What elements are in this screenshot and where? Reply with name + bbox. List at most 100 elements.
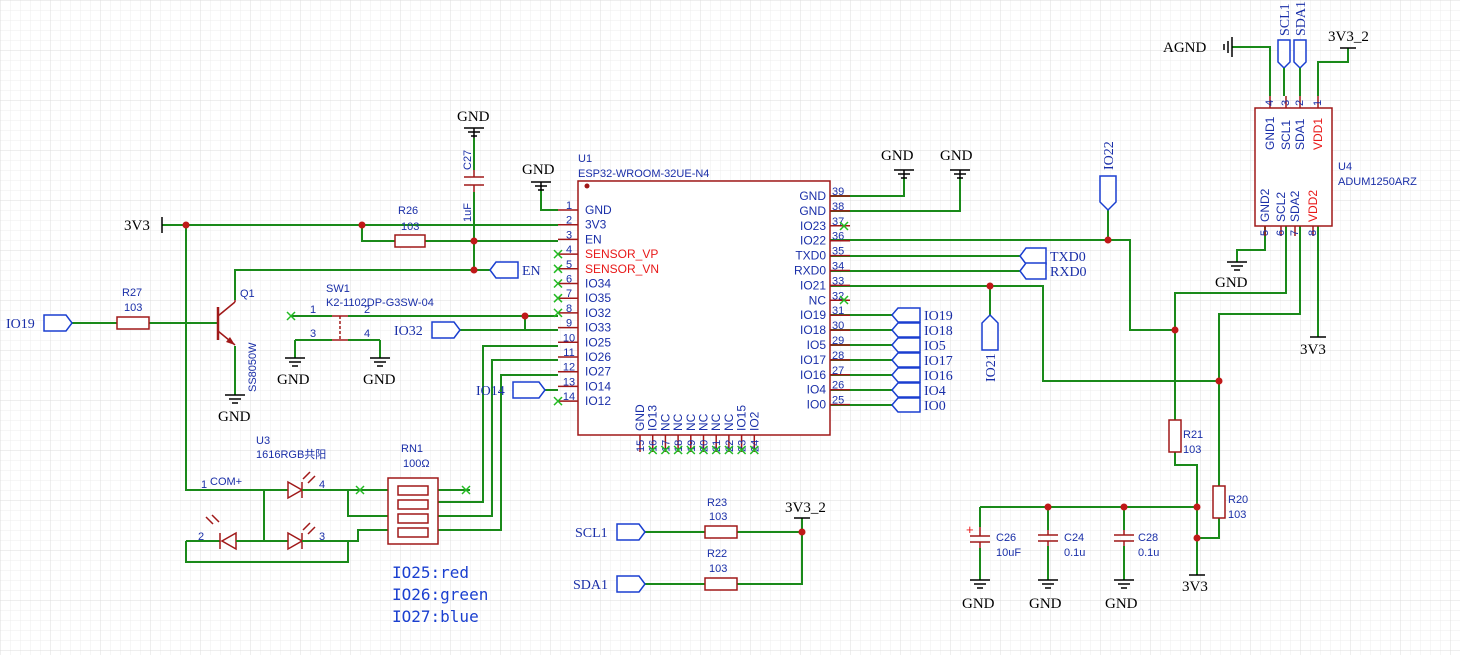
- svg-text:3: 3: [310, 328, 316, 340]
- svg-text:SDA1: SDA1: [1294, 1, 1309, 36]
- flag-io4[interactable]: IO4: [891, 382, 946, 399]
- u1-pin-name: IO25: [585, 335, 611, 349]
- u1-pin-num: 9: [566, 318, 572, 330]
- u1-pin-name: IO34: [585, 277, 611, 291]
- u4-pin-num: 5: [1259, 230, 1271, 236]
- u1-pin-num: 39: [832, 186, 844, 198]
- u1-esp32-module[interactable]: U1 ESP32-WROOM-32UE-N4 1 GND 2 3V3 3 EN 4 SENSO…: [553, 153, 850, 455]
- svg-text:103: 103: [401, 221, 419, 233]
- u1-pin-name: RXD0: [794, 264, 826, 278]
- svg-text:SCL1: SCL1: [575, 526, 608, 541]
- u1-pin-num: 4: [566, 244, 572, 256]
- flag-label: IO5: [924, 339, 946, 354]
- svg-text:GND: GND: [457, 109, 490, 125]
- u1-pin-num: 14: [563, 391, 575, 403]
- power-3v3-2-pullup: 3V3_2: [785, 500, 826, 519]
- svg-text:R21: R21: [1183, 429, 1203, 441]
- u1-pin-num: 29: [832, 335, 844, 347]
- u4-pin-num: 2: [1294, 100, 1306, 106]
- u1-pin-num: 11: [563, 347, 574, 359]
- svg-text:1uF: 1uF: [462, 203, 474, 222]
- svg-text:GND: GND: [522, 162, 555, 178]
- u1-pin-num: 13: [563, 376, 575, 388]
- u1-pin-name: IO19: [800, 308, 826, 322]
- svg-text:0.1u: 0.1u: [1138, 547, 1159, 559]
- svg-text:GND: GND: [881, 148, 914, 164]
- svg-text:+: +: [966, 522, 974, 537]
- u1-pin-num: 34: [832, 261, 844, 273]
- svg-text:GND: GND: [218, 409, 251, 425]
- svg-text:103: 103: [1228, 509, 1246, 521]
- flag-rxd0[interactable]: RXD0: [1019, 262, 1087, 280]
- svg-text:K2-1102DP-G3SW-04: K2-1102DP-G3SW-04: [326, 297, 434, 309]
- svg-text:3V3: 3V3: [124, 218, 150, 234]
- u1-pin-name: IO18: [800, 323, 826, 337]
- svg-text:C26: C26: [996, 532, 1016, 544]
- u4-pin-name: VDD2: [1306, 190, 1320, 222]
- svg-text:3V3: 3V3: [1182, 579, 1208, 595]
- u1-pin-name: SENSOR_VN: [585, 262, 659, 276]
- u1-pin-name: IO17: [800, 353, 826, 367]
- flag-io0[interactable]: IO0: [891, 397, 946, 414]
- u1-pin-name: IO12: [585, 394, 611, 408]
- u4-pin-num: 3: [1280, 100, 1292, 106]
- svg-text:C24: C24: [1064, 532, 1084, 544]
- u4-pin-name: SCL2: [1274, 192, 1288, 222]
- u1-pin-name: IO32: [585, 306, 611, 320]
- u1-pin-num: 28: [832, 350, 844, 362]
- u4-pin-num: 6: [1275, 230, 1287, 236]
- svg-text:10uF: 10uF: [996, 547, 1021, 559]
- svg-text:TXD0: TXD0: [1050, 250, 1086, 265]
- svg-text:U4: U4: [1338, 161, 1352, 173]
- svg-text:SS8050W: SS8050W: [247, 342, 259, 392]
- u1-pin-num: 31: [832, 305, 844, 317]
- u1-pin-name: TXD0: [795, 249, 826, 263]
- svg-text:SCL1: SCL1: [1278, 3, 1293, 36]
- flag-label: IO18: [924, 324, 953, 339]
- u1-pin-name: IO26: [585, 350, 611, 364]
- flag-io21[interactable]: IO21: [981, 313, 999, 382]
- svg-text:4: 4: [364, 328, 370, 340]
- svg-text:R26: R26: [398, 205, 418, 217]
- flag-en[interactable]: EN: [489, 261, 541, 279]
- svg-text:R23: R23: [707, 497, 727, 509]
- u1-pin-num: 8: [566, 303, 572, 315]
- svg-text:IO19: IO19: [6, 317, 35, 332]
- svg-text:GND: GND: [962, 596, 995, 612]
- svg-text:103: 103: [709, 511, 727, 523]
- flag-io5[interactable]: IO5: [891, 337, 946, 354]
- svg-text:GND: GND: [363, 372, 396, 388]
- u1-pin-num: 25: [832, 395, 844, 407]
- u1-pin-name: NC: [809, 293, 827, 307]
- u1-pin-num: 32: [832, 290, 844, 302]
- svg-text:ADUM1250ARZ: ADUM1250ARZ: [1338, 176, 1417, 188]
- flag-io22[interactable]: IO22: [1099, 141, 1117, 212]
- u1-pin-num: 15: [635, 440, 647, 452]
- u4-pin-name: VDD1: [1311, 118, 1325, 150]
- u4-pin-num: 1: [1312, 100, 1324, 106]
- svg-text:GND: GND: [277, 372, 310, 388]
- u4-pin-num: 7: [1289, 230, 1301, 236]
- u4-pin-name: GND2: [1258, 188, 1272, 222]
- note-green: IO26:green: [392, 585, 488, 604]
- svg-text:SW1: SW1: [326, 283, 350, 295]
- svg-text:ESP32-WROOM-32UE-N4: ESP32-WROOM-32UE-N4: [578, 168, 709, 180]
- u1-pin-num: 30: [832, 320, 844, 332]
- flag-label: IO0: [924, 399, 946, 414]
- u1-pin-num: 37: [832, 216, 844, 228]
- svg-text:GND: GND: [1029, 596, 1062, 612]
- svg-text:1: 1: [310, 304, 316, 316]
- svg-text:RN1: RN1: [401, 443, 423, 455]
- flag-label: IO19: [924, 309, 953, 324]
- u1-pin-num: 26: [832, 380, 844, 392]
- u1-pin-num: 7: [566, 288, 572, 300]
- svg-text:3V3_2: 3V3_2: [1328, 29, 1369, 45]
- svg-text:U3: U3: [256, 435, 270, 447]
- svg-text:103: 103: [1183, 444, 1201, 456]
- u1-pin-num: 6: [566, 274, 572, 286]
- svg-text:100Ω: 100Ω: [403, 458, 430, 470]
- flag-label: IO17: [924, 354, 953, 369]
- svg-text:GND: GND: [1105, 596, 1138, 612]
- svg-text:103: 103: [709, 563, 727, 575]
- u1-pin-name: IO27: [585, 365, 611, 379]
